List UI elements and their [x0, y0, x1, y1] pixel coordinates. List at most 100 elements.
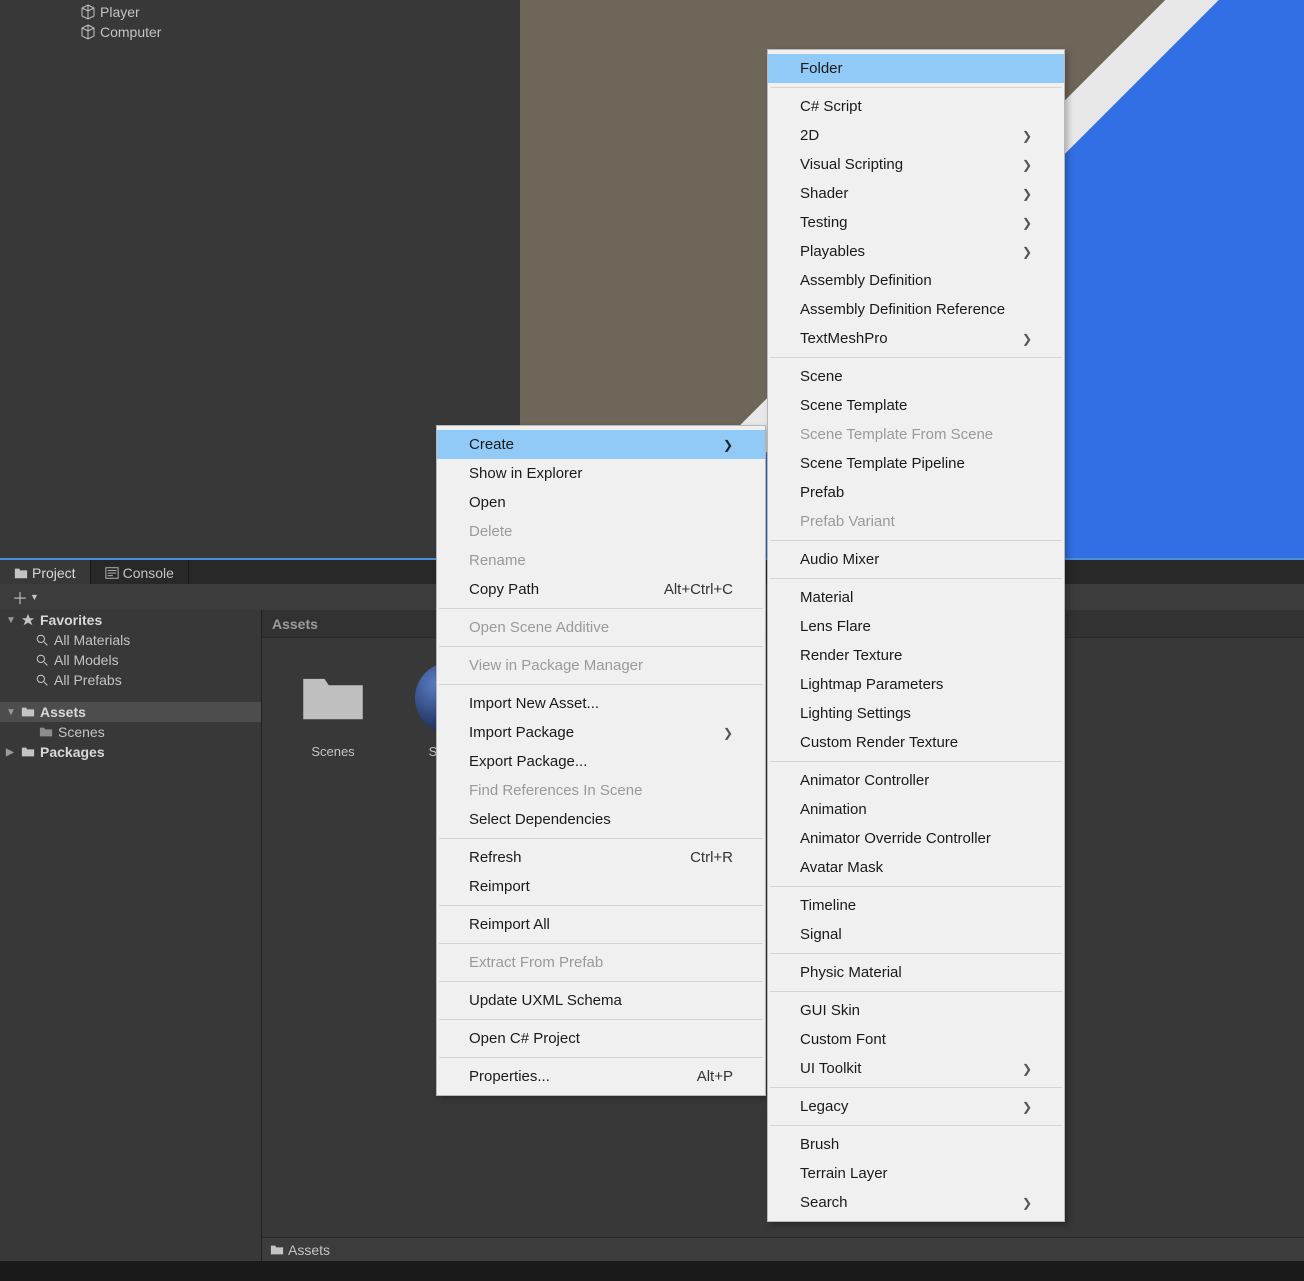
context-menu-item[interactable]: Open [437, 488, 765, 517]
favorite-label: All Materials [54, 632, 130, 648]
menu-item-label: GUI Skin [800, 1002, 860, 1019]
context-menu-item[interactable]: Reimport [437, 872, 765, 901]
context-menu-item[interactable]: RefreshCtrl+R [437, 843, 765, 872]
favorite-label: All Models [54, 652, 119, 668]
create-menu-item[interactable]: Material [768, 583, 1064, 612]
context-menu-item[interactable]: Export Package... [437, 747, 765, 776]
context-menu-item[interactable]: Import Package❯ [437, 718, 765, 747]
create-menu-item[interactable]: Timeline [768, 891, 1064, 920]
create-menu-item[interactable]: 2D❯ [768, 121, 1064, 150]
breadcrumb-label[interactable]: Assets [288, 1242, 330, 1258]
create-menu-item[interactable]: Render Texture [768, 641, 1064, 670]
menu-item-label: Open Scene Additive [469, 619, 609, 636]
menu-separator [770, 578, 1062, 579]
grid-header-label: Assets [272, 616, 318, 632]
menu-item-label: Animator Override Controller [800, 830, 991, 847]
context-menu-item: View in Package Manager [437, 651, 765, 680]
create-menu-item[interactable]: Folder [768, 54, 1064, 83]
menu-item-label: Lighting Settings [800, 705, 911, 722]
menu-item-label: Brush [800, 1136, 839, 1153]
menu-item-label: Properties... [469, 1068, 550, 1085]
create-menu-item[interactable]: Custom Render Texture [768, 728, 1064, 757]
add-button[interactable]: ＋ ▼ [8, 585, 43, 609]
create-menu-item[interactable]: Animation [768, 795, 1064, 824]
context-menu-item[interactable]: Show in Explorer [437, 459, 765, 488]
context-menu-item[interactable]: Select Dependencies [437, 805, 765, 834]
packages-section[interactable]: ▶ Packages [0, 742, 261, 762]
context-menu-item[interactable]: Properties... Alt+P [437, 1062, 765, 1091]
folder-icon [38, 724, 54, 740]
hierarchy-item-computer[interactable]: Computer [0, 22, 520, 42]
create-menu-item[interactable]: Assembly Definition [768, 266, 1064, 295]
context-menu-item[interactable]: Update UXML Schema [437, 986, 765, 1015]
context-menu-item[interactable]: Open C# Project [437, 1024, 765, 1053]
create-menu-item[interactable]: Lighting Settings [768, 699, 1064, 728]
menu-item-label: Legacy [800, 1098, 848, 1115]
folder-label: Scenes [58, 724, 105, 740]
hierarchy-item-player[interactable]: Player [0, 2, 520, 22]
menu-separator [770, 761, 1062, 762]
create-menu-item[interactable]: Shader❯ [768, 179, 1064, 208]
create-menu-item[interactable]: Search❯ [768, 1188, 1064, 1217]
menu-separator [770, 1087, 1062, 1088]
chevron-right-icon: ❯ [1022, 1196, 1032, 1210]
favorites-section[interactable]: ▼ Favorites [0, 610, 261, 630]
menu-item-label: Avatar Mask [800, 859, 883, 876]
create-menu-item[interactable]: Brush [768, 1130, 1064, 1159]
create-menu-item[interactable]: Terrain Layer [768, 1159, 1064, 1188]
favorite-all-models[interactable]: All Models [0, 650, 261, 670]
menu-item-label: Visual Scripting [800, 156, 903, 173]
context-menu-item[interactable]: Copy PathAlt+Ctrl+C [437, 575, 765, 604]
create-menu-item[interactable]: Lens Flare [768, 612, 1064, 641]
menu-item-label: Lightmap Parameters [800, 676, 943, 693]
create-menu-item[interactable]: Custom Font [768, 1025, 1064, 1054]
create-menu-item[interactable]: Playables❯ [768, 237, 1064, 266]
create-menu-item[interactable]: Testing❯ [768, 208, 1064, 237]
menu-item-label: Material [800, 589, 853, 606]
create-menu-item[interactable]: Animator Override Controller [768, 824, 1064, 853]
create-menu-item[interactable]: Prefab [768, 478, 1064, 507]
star-icon [20, 612, 36, 628]
menu-separator [439, 838, 763, 839]
create-menu-item[interactable]: Audio Mixer [768, 545, 1064, 574]
create-menu-item[interactable]: C# Script [768, 92, 1064, 121]
create-menu-item[interactable]: TextMeshPro❯ [768, 324, 1064, 353]
menu-item-label: Create [469, 436, 514, 453]
create-menu-item[interactable]: Avatar Mask [768, 853, 1064, 882]
create-menu-item[interactable]: Signal [768, 920, 1064, 949]
favorite-all-materials[interactable]: All Materials [0, 630, 261, 650]
menu-item-label: C# Script [800, 98, 862, 115]
create-menu-item[interactable]: GUI Skin [768, 996, 1064, 1025]
create-menu-item[interactable]: Assembly Definition Reference [768, 295, 1064, 324]
favorite-all-prefabs[interactable]: All Prefabs [0, 670, 261, 690]
menu-item-label: Prefab [800, 484, 844, 501]
menu-separator [770, 357, 1062, 358]
asset-scenes-folder[interactable]: Scenes [290, 662, 376, 759]
folder-icon [270, 1243, 284, 1257]
create-menu-item[interactable]: Legacy❯ [768, 1092, 1064, 1121]
dropdown-caret-icon: ▼ [30, 592, 39, 602]
create-menu-item[interactable]: Scene Template Pipeline [768, 449, 1064, 478]
assets-section[interactable]: ▼ Assets [0, 702, 261, 722]
create-menu-item[interactable]: Scene Template [768, 391, 1064, 420]
create-menu-item[interactable]: Animator Controller [768, 766, 1064, 795]
create-menu-item[interactable]: Lightmap Parameters [768, 670, 1064, 699]
menu-item-label: Import New Asset... [469, 695, 599, 712]
chevron-right-icon: ❯ [1022, 1062, 1032, 1076]
create-menu-item[interactable]: Scene [768, 362, 1064, 391]
cube-icon [80, 4, 96, 20]
assets-scenes[interactable]: Scenes [0, 722, 261, 742]
context-menu-item[interactable]: Create❯ [437, 430, 765, 459]
context-menu-item[interactable]: Reimport All [437, 910, 765, 939]
menu-item-label: Scene Template Pipeline [800, 455, 965, 472]
menu-item-label: Lens Flare [800, 618, 871, 635]
chevron-right-icon: ❯ [723, 726, 733, 740]
menu-item-label: Extract From Prefab [469, 954, 603, 971]
menu-shortcut: Alt+P [697, 1068, 733, 1085]
create-menu-item[interactable]: UI Toolkit❯ [768, 1054, 1064, 1083]
create-menu-item[interactable]: Physic Material [768, 958, 1064, 987]
create-menu-item[interactable]: Visual Scripting❯ [768, 150, 1064, 179]
context-menu-item[interactable]: Import New Asset... [437, 689, 765, 718]
tab-console[interactable]: Console [91, 560, 189, 586]
tab-project[interactable]: Project [0, 560, 91, 586]
